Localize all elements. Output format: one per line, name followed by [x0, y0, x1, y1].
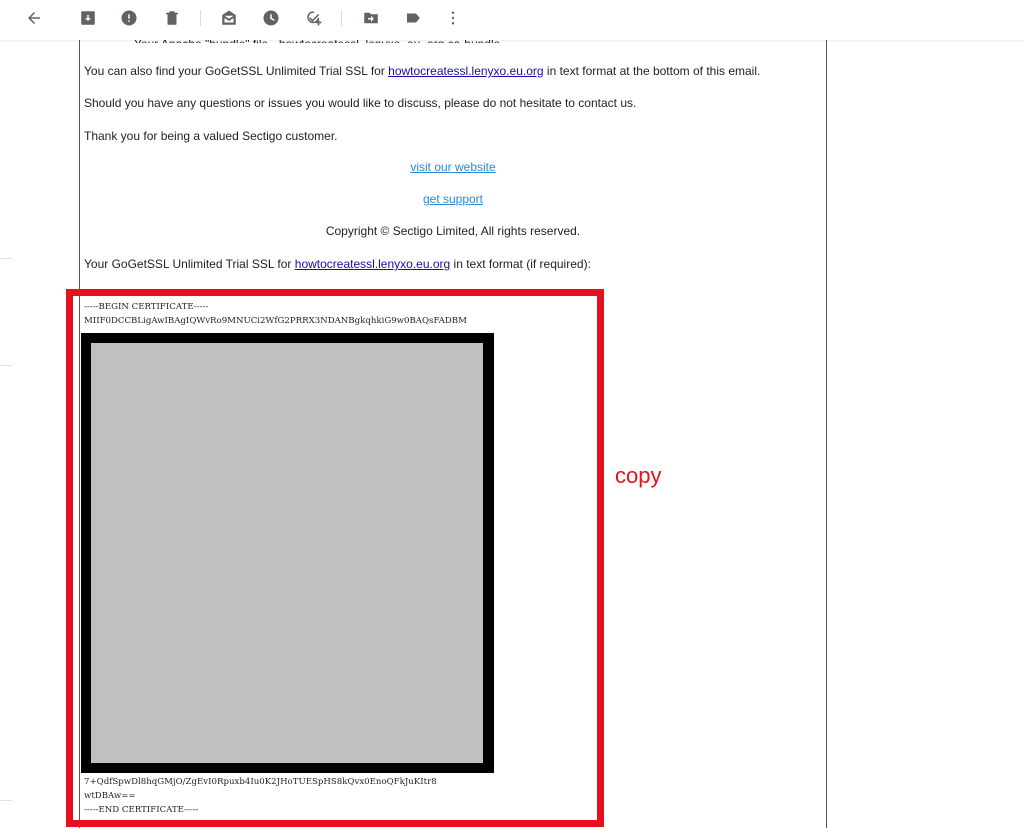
- email-frame-right-border: [826, 40, 827, 828]
- left-pane-divider: [0, 365, 12, 366]
- toolbar-shadow: [0, 40, 1024, 42]
- add-task-icon[interactable]: [302, 6, 326, 30]
- move-to-icon[interactable]: [359, 6, 383, 30]
- mark-unread-icon[interactable]: [217, 6, 241, 30]
- copyright-text: Copyright © Sectigo Limited, All rights …: [325, 224, 581, 238]
- label-icon[interactable]: [401, 6, 425, 30]
- left-pane-divider: [0, 800, 12, 801]
- find-ssl-text: You can also find your GoGetSSL Unlimite…: [84, 64, 389, 78]
- more-vert-icon[interactable]: [441, 6, 465, 30]
- get-support-link[interactable]: get support: [80, 192, 826, 206]
- domain-link[interactable]: howtocreatessl.lenyxo.eu.org: [388, 64, 543, 78]
- archive-icon[interactable]: [76, 6, 100, 30]
- left-pane-divider: [0, 258, 12, 259]
- toolbar-separator: [200, 10, 201, 26]
- delete-icon[interactable]: [160, 6, 184, 30]
- report-spam-icon[interactable]: [117, 6, 141, 30]
- back-arrow-icon[interactable]: [22, 6, 46, 30]
- toolbar-separator: [341, 10, 342, 26]
- questions-paragraph: Should you have any questions or issues …: [84, 96, 637, 110]
- visit-website-link[interactable]: visit our website: [80, 160, 826, 174]
- text-format-paragraph: Your GoGetSSL Unlimited Trial SSL for ho…: [84, 257, 591, 271]
- find-ssl-paragraph: You can also find your GoGetSSL Unlimite…: [84, 64, 760, 78]
- domain-link[interactable]: howtocreatessl.lenyxo.eu.org: [295, 257, 450, 271]
- thanks-paragraph: Thank you for being a valued Sectigo cus…: [84, 129, 338, 143]
- find-ssl-suffix: in text format at the bottom of this ema…: [543, 64, 761, 78]
- text-format-text: Your GoGetSSL Unlimited Trial SSL for: [84, 257, 295, 271]
- text-format-suffix: in text format (if required):: [450, 257, 591, 271]
- copy-annotation: copy: [615, 463, 662, 488]
- highlight-box: [66, 289, 604, 827]
- toolbar: [0, 0, 1024, 42]
- snooze-icon[interactable]: [259, 6, 283, 30]
